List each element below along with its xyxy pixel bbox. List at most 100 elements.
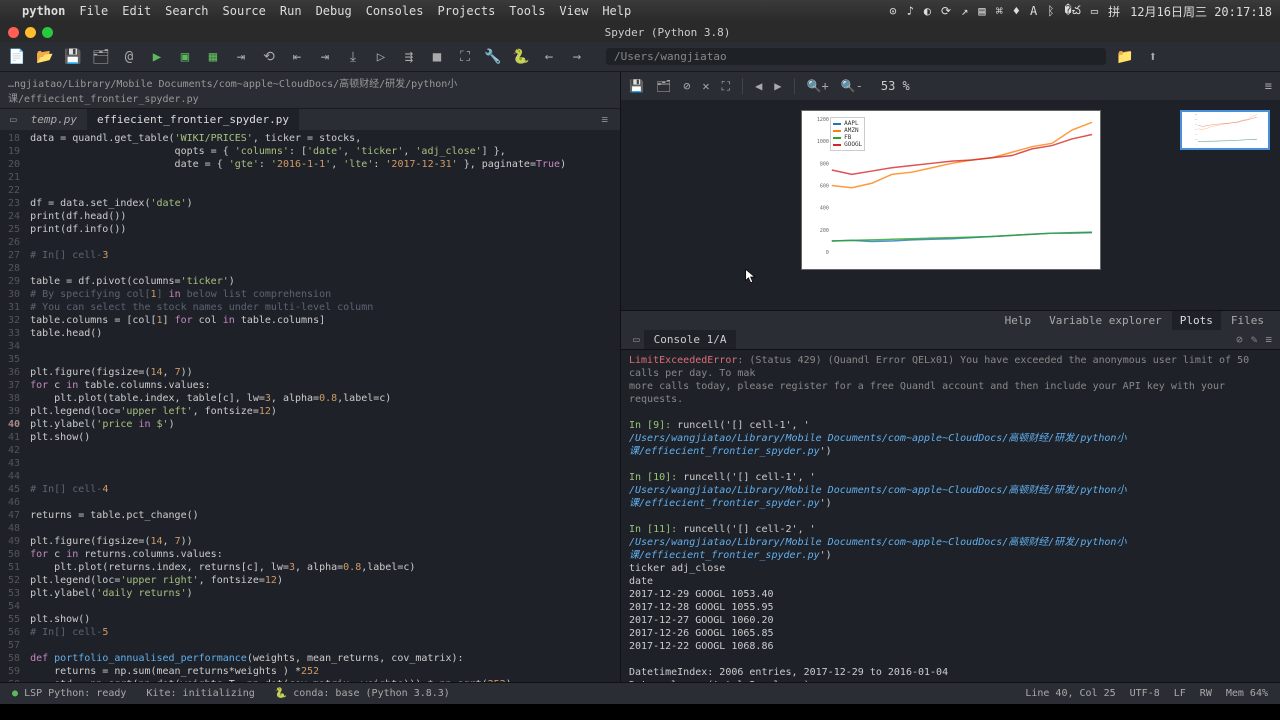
status-icon[interactable]: ⟳ — [941, 4, 951, 18]
svg-text:200: 200 — [1195, 138, 1197, 140]
tab-files[interactable]: Files — [1223, 311, 1272, 330]
new-file-icon[interactable]: 📄 — [8, 48, 26, 66]
svg-text:200: 200 — [819, 228, 828, 234]
menu-source[interactable]: Source — [223, 4, 266, 18]
console-tab[interactable]: Console 1/A — [644, 330, 737, 349]
parent-dir-icon[interactable]: ⬆ — [1144, 48, 1162, 66]
debug-step-icon[interactable]: ⤓ — [344, 48, 362, 66]
lsp-status[interactable]: ● LSP Python: ready — [12, 688, 126, 699]
zoom-in-icon[interactable]: 🔍+ — [807, 79, 829, 93]
restart-icon[interactable]: ⟲ — [260, 48, 278, 66]
at-icon[interactable]: @ — [120, 48, 138, 66]
menu-consoles[interactable]: Consoles — [366, 4, 424, 18]
plot-thumbnail[interactable]: 020040060080010001200 — [1180, 110, 1270, 150]
status-icon[interactable]: ♪ — [907, 4, 914, 18]
open-icon[interactable]: 📂 — [36, 48, 54, 66]
forward-icon[interactable]: → — [568, 48, 586, 66]
status-icon[interactable]: ᛒ — [1047, 4, 1054, 18]
clock[interactable]: 12月16日周三 20:17:18 — [1130, 3, 1272, 20]
conda-env[interactable]: 🐍 conda: base (Python 3.8.3) — [275, 688, 450, 699]
app-name[interactable]: python — [22, 4, 65, 18]
menu-run[interactable]: Run — [280, 4, 302, 18]
status-icon[interactable]: ⌘ — [996, 4, 1003, 18]
tab-help[interactable]: Help — [997, 311, 1040, 330]
save-plot-icon[interactable]: 💾 — [629, 79, 644, 93]
statusbar: ● LSP Python: ready Kite: initializing 🐍… — [0, 682, 1280, 704]
tab-list-icon[interactable]: ▭ — [6, 113, 21, 126]
svg-text:800: 800 — [1195, 123, 1197, 125]
next-plot-icon[interactable]: ▶ — [774, 79, 781, 93]
tab-options-icon[interactable]: ≡ — [595, 113, 614, 126]
menu-tools[interactable]: Tools — [509, 4, 545, 18]
code-editor[interactable]: 18 19 20 21 22 23 24 25 26 27 28 29 30 3… — [0, 130, 620, 682]
console-list-icon[interactable]: ▭ — [629, 333, 644, 346]
clear-icon[interactable]: ✎ — [1251, 333, 1258, 346]
encoding[interactable]: UTF-8 — [1130, 688, 1160, 699]
browse-icon[interactable]: 📁 — [1116, 48, 1134, 66]
status-icon[interactable]: ◐ — [924, 4, 931, 18]
ipython-console[interactable]: LimitExceededError: (Status 429) (Quandl… — [621, 350, 1280, 682]
memory[interactable]: Mem 64% — [1226, 688, 1268, 699]
menu-help[interactable]: Help — [602, 4, 631, 18]
zoom-level: 53 % — [881, 79, 910, 93]
debug-step-icon[interactable]: ⇥ — [316, 48, 334, 66]
tab-variable-explorer[interactable]: Variable explorer — [1041, 311, 1170, 330]
interrupt-icon[interactable]: ⊘ — [1236, 333, 1243, 346]
plot-legend: AAPL AMZN FB GOOGL — [830, 117, 866, 151]
copy-plot-icon[interactable]: ⊘ — [683, 79, 690, 93]
run-cell-icon[interactable]: ▣ — [176, 48, 194, 66]
svg-text:0: 0 — [1197, 143, 1198, 145]
debug-continue-icon[interactable]: ▷ — [372, 48, 390, 66]
svg-text:400: 400 — [1195, 133, 1197, 135]
save-all-plots-icon[interactable]: 🗂 — [656, 79, 671, 93]
battery-icon[interactable]: ▭ — [1091, 4, 1098, 18]
delete-all-icon[interactable]: ⛶ — [722, 79, 730, 94]
tab-efficient-frontier[interactable]: effiecient_frontier_spyder.py — [87, 109, 299, 130]
macos-menubar: python File Edit Search Source Run Debug… — [0, 0, 1280, 22]
run-cell-advance-icon[interactable]: ▦ — [204, 48, 222, 66]
right-pane: 💾 🗂 ⊘ ✕ ⛶ ◀ ▶ 🔍+ 🔍- 53 % ≡ 0200400600800… — [620, 72, 1280, 682]
status-icon[interactable]: 拼 — [1108, 3, 1120, 20]
options-icon[interactable]: ≡ — [1265, 79, 1272, 93]
status-icon[interactable]: ⊙ — [889, 4, 896, 18]
eol[interactable]: LF — [1174, 688, 1186, 699]
zoom-out-icon[interactable]: 🔍- — [841, 79, 863, 93]
close-icon[interactable] — [8, 27, 19, 38]
console-tabs: ▭ Console 1/A ⊘ ✎ ≡ — [621, 330, 1280, 350]
menu-view[interactable]: View — [559, 4, 588, 18]
menu-projects[interactable]: Projects — [438, 4, 496, 18]
save-icon[interactable]: 💾 — [64, 48, 82, 66]
tools-icon[interactable]: 🔧 — [484, 48, 502, 66]
working-dir[interactable]: /Users/wangjiatao — [606, 48, 1106, 65]
menu-debug[interactable]: Debug — [316, 4, 352, 18]
delete-plot-icon[interactable]: ✕ — [702, 79, 709, 93]
plot-figure[interactable]: 020040060080010001200 AAPL AMZN FB GOOGL — [801, 110, 1101, 270]
menu-search[interactable]: Search — [165, 4, 208, 18]
status-icon[interactable]: ▤ — [978, 4, 985, 18]
svg-text:1200: 1200 — [1195, 113, 1198, 115]
maximize-icon[interactable]: ⛶ — [456, 48, 474, 66]
save-all-icon[interactable]: 🗂 — [92, 48, 110, 66]
status-icon[interactable]: ♦ — [1013, 4, 1020, 18]
tab-temp[interactable]: temp.py — [21, 109, 87, 130]
maximize-icon[interactable] — [42, 27, 53, 38]
debug-step-icon[interactable]: ⇤ — [288, 48, 306, 66]
kite-status[interactable]: Kite: initializing — [146, 688, 254, 699]
wifi-icon[interactable]: �చ — [1064, 3, 1080, 20]
stop-icon[interactable]: ■ — [428, 48, 446, 66]
tab-plots[interactable]: Plots — [1172, 311, 1221, 330]
status-icon[interactable]: ↗ — [961, 4, 968, 18]
run-selection-icon[interactable]: ⇥ — [232, 48, 250, 66]
svg-text:1200: 1200 — [816, 117, 828, 123]
back-icon[interactable]: ← — [540, 48, 558, 66]
menu-edit[interactable]: Edit — [122, 4, 151, 18]
options-icon[interactable]: ≡ — [1265, 333, 1272, 346]
debug-step-icon[interactable]: ⇶ — [400, 48, 418, 66]
run-icon[interactable]: ▶ — [148, 48, 166, 66]
pythonpath-icon[interactable]: 🐍 — [512, 48, 530, 66]
menu-file[interactable]: File — [79, 4, 108, 18]
status-icon[interactable]: A — [1030, 4, 1037, 18]
window-titlebar: Spyder (Python 3.8) — [0, 22, 1280, 42]
prev-plot-icon[interactable]: ◀ — [755, 79, 762, 93]
minimize-icon[interactable] — [25, 27, 36, 38]
